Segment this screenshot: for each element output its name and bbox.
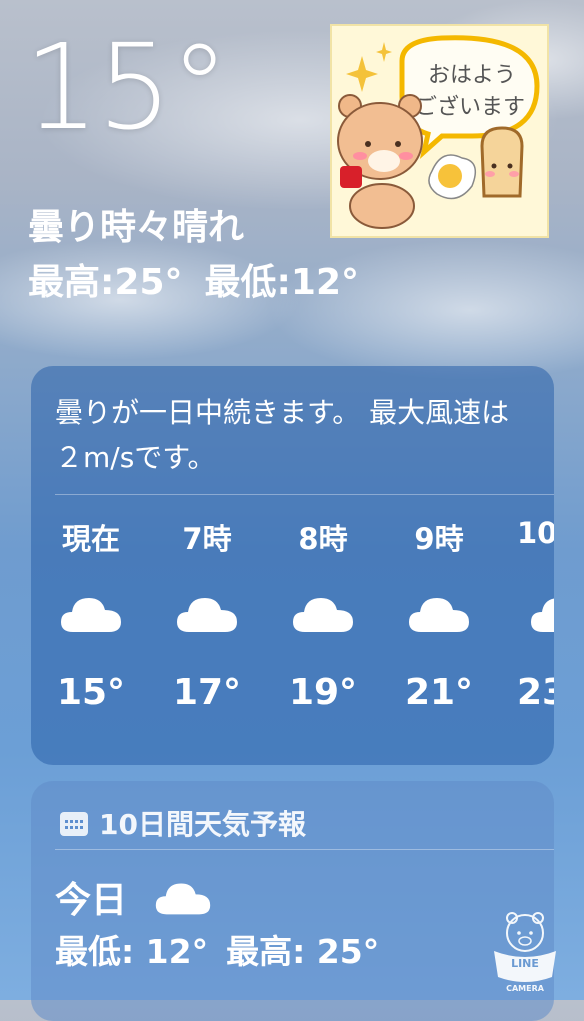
cloud-icon — [61, 598, 121, 632]
hour-item[interactable]: 現在 15° — [41, 516, 141, 713]
hour-label: 8時 — [298, 522, 348, 556]
current-condition: 曇り時々晴れ — [28, 207, 245, 248]
hour-temp: 19° — [288, 672, 358, 713]
divider — [55, 849, 554, 850]
hour-item[interactable]: 7時 17° — [157, 516, 257, 713]
today-high: 最高: 25° — [226, 932, 380, 971]
ten-day-forecast-card[interactable]: 10日間天気予報 今日 最低: 12° 最高: 25° — [31, 781, 554, 1021]
hour-temp: 15° — [56, 672, 126, 713]
hour-label: 現在 — [61, 522, 120, 556]
sticker-text-2: ございます — [415, 94, 525, 120]
cloud-icon — [177, 598, 237, 632]
hour-label: 10 — [517, 516, 554, 550]
line-camera-watermark: LINE CAMERA — [494, 912, 556, 993]
hour-temp: 23 — [517, 672, 554, 713]
hour-item[interactable]: 9時 21° — [389, 516, 489, 713]
hour-label: 9時 — [414, 522, 464, 556]
watermark-line: LINE — [511, 957, 539, 970]
cloud-icon — [155, 883, 210, 915]
today-row[interactable]: 今日 — [55, 871, 212, 923]
cloud-icon — [293, 598, 353, 632]
hour-item[interactable]: 10 23 — [505, 516, 554, 713]
today-low: 最低: 12° — [55, 932, 209, 971]
hour-temp: 17° — [172, 672, 242, 713]
today-label: 今日 — [55, 880, 128, 921]
cloud-icon — [531, 598, 554, 632]
divider — [55, 494, 554, 495]
high-temperature: 最高:25° — [28, 262, 183, 303]
high-low-row: 最高:25° 最低:12° — [28, 253, 359, 305]
watermark-camera: CAMERA — [506, 984, 545, 993]
forecast-header-label: 10日間天気予報 — [99, 808, 306, 841]
sticker-text-1: おはよう — [428, 63, 516, 88]
hour-item[interactable]: 8時 19° — [273, 516, 373, 713]
low-temperature: 最低:12° — [204, 262, 360, 303]
hourly-forecast-card[interactable]: 曇りが一日中続きます。 最大風速は２m/sです。 現在 15° 7時 17° 8… — [31, 366, 554, 765]
current-temperature: 15° — [24, 18, 229, 156]
greeting-sticker: おはよう ございます — [330, 24, 549, 238]
cloud-icon — [409, 598, 469, 632]
hour-temp: 21° — [404, 672, 474, 713]
calendar-icon — [60, 812, 88, 836]
hour-label: 7時 — [182, 522, 232, 556]
hourly-summary: 曇りが一日中続きます。 最大風速は２m/sです。 — [55, 396, 510, 474]
today-low-high: 最低: 12° 最高: 25° — [55, 925, 379, 973]
forecast-header: 10日間天気予報 — [59, 803, 306, 843]
